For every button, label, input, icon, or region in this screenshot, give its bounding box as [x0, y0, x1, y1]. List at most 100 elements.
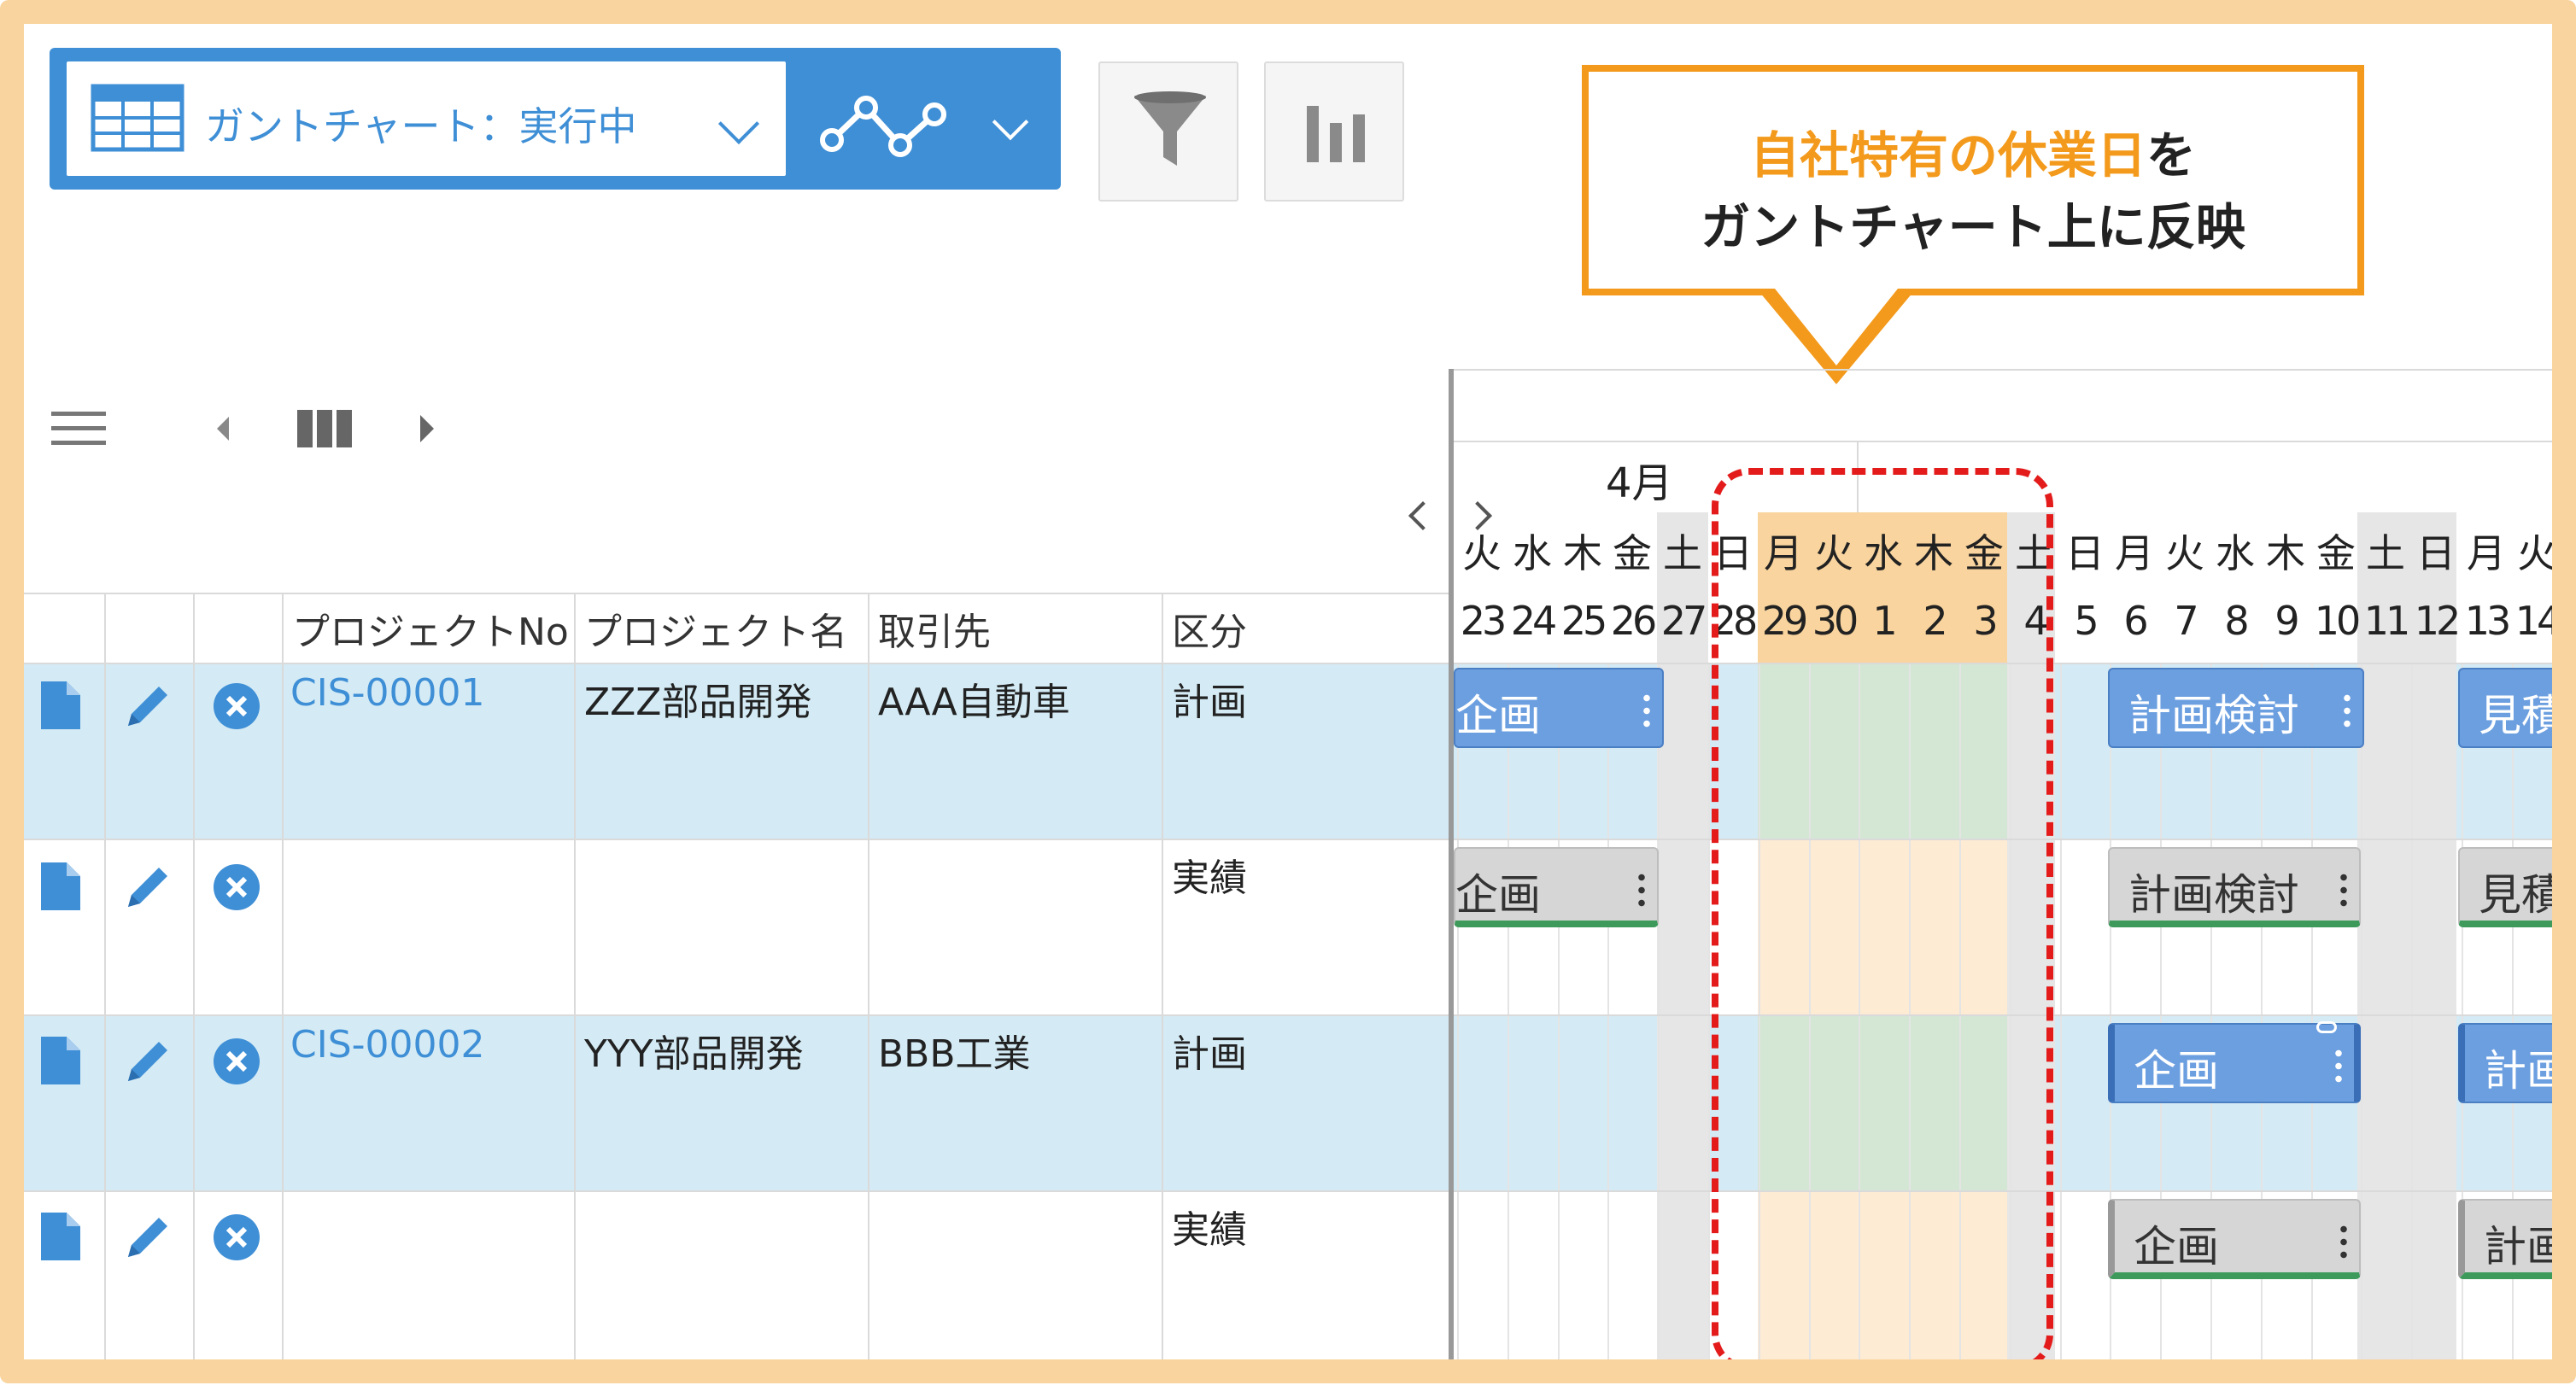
gantt-bar-plan[interactable]: 計画検討 — [2108, 668, 2364, 748]
delete-icon[interactable] — [212, 1037, 261, 1086]
view-name: ガントチャート：実行中 — [205, 103, 637, 149]
project-no-link[interactable]: CIS-00001 — [290, 671, 484, 715]
day-gridline — [2411, 664, 2413, 1371]
pencil-icon[interactable] — [121, 680, 174, 733]
divider — [1454, 369, 2552, 371]
date-label: 9 — [2274, 598, 2299, 644]
gantt-bar-actual[interactable]: 企画 — [1454, 847, 1659, 927]
divider — [24, 593, 1449, 594]
callout-text: 自社特有の休業日を ガントチャート上に反映 — [1701, 126, 2245, 256]
date-label: 25 — [1560, 598, 1608, 644]
callout-pointer — [1759, 289, 1913, 384]
gantt-bar-actual[interactable]: 見積 — [2458, 847, 2576, 927]
weekday-label: 木 — [2266, 530, 2305, 576]
gantt-bar-actual[interactable]: 企画 — [2108, 1199, 2361, 1279]
gantt-bar-plan[interactable]: 企画 — [1454, 668, 1664, 748]
gantt-bar-plan[interactable]: 計画 — [2458, 1023, 2576, 1103]
weekday-label: 水 — [2216, 530, 2255, 576]
date-label: 12 — [2414, 598, 2462, 644]
divider — [24, 1190, 2552, 1192]
day-gridline — [1558, 664, 1560, 1371]
date-label: 26 — [1610, 598, 1658, 644]
divider — [282, 593, 284, 1371]
date-label: 27 — [1660, 598, 1708, 644]
day-gridline — [1607, 664, 1609, 1371]
project-no-link[interactable]: CIS-00002 — [290, 1023, 484, 1067]
columns-icon[interactable] — [297, 410, 352, 447]
weekday-label: 火 — [1462, 530, 1502, 576]
day-gridline — [1658, 664, 1660, 1371]
date-label: 8 — [2224, 598, 2249, 644]
gantt-bar-actual[interactable]: 計画 — [2458, 1199, 2576, 1279]
filter-icon — [1134, 91, 1206, 166]
column-header-client[interactable]: 取引先 — [878, 601, 1158, 656]
weekday-label: 水 — [1513, 530, 1552, 576]
delete-icon[interactable] — [212, 681, 261, 731]
scroll-right-icon[interactable] — [420, 415, 434, 442]
filter-button[interactable] — [1098, 61, 1238, 202]
date-label: 7 — [2174, 598, 2198, 644]
weekday-label: 日 — [2416, 530, 2456, 576]
weekday-label: 火 — [2165, 530, 2204, 576]
client-cell: AAA自動車 — [878, 681, 1070, 724]
weekday-label: 日 — [2065, 530, 2105, 576]
column-header-project-no[interactable]: プロジェクトNo — [292, 601, 571, 656]
date-label: 14 — [2515, 598, 2562, 644]
pencil-icon[interactable] — [121, 1035, 174, 1088]
weekday-label: 月 — [2467, 530, 2506, 576]
weekday-label: 金 — [1613, 530, 1652, 576]
table-icon — [91, 84, 184, 152]
pencil-icon[interactable] — [121, 1211, 174, 1264]
date-label: 5 — [2074, 598, 2099, 644]
weekday-label: 土 — [2366, 530, 2405, 576]
document-icon[interactable] — [39, 1211, 82, 1262]
date-label: 13 — [2464, 598, 2512, 644]
document-icon[interactable] — [39, 861, 82, 912]
column-header-kind[interactable]: 区分 — [1172, 601, 1445, 656]
date-label: 23 — [1460, 598, 1508, 644]
divider — [24, 1014, 2552, 1016]
pencil-icon[interactable] — [121, 861, 174, 914]
divider — [574, 593, 576, 1371]
scroll-left-icon[interactable] — [217, 417, 229, 441]
kind-cell: 計画 — [1172, 681, 1247, 724]
graph-icon[interactable] — [820, 92, 948, 161]
date-label: 11 — [2363, 598, 2411, 644]
divider — [193, 593, 195, 1371]
divider — [1454, 441, 2552, 442]
document-icon[interactable] — [39, 680, 82, 731]
bar-chart-icon — [1307, 106, 1365, 162]
holiday-highlight — [1712, 468, 2053, 1371]
divider — [24, 839, 2552, 840]
project-name-cell: ZZZ部品開発 — [584, 681, 812, 724]
delete-icon[interactable] — [212, 862, 261, 912]
month-label: 4月 — [1606, 459, 1673, 507]
day-gridline — [1508, 664, 1509, 1371]
date-label: 6 — [2123, 598, 2148, 644]
kind-cell: 実績 — [1172, 856, 1247, 900]
day-gridline — [2361, 664, 2362, 1371]
day-gridline — [1708, 664, 1710, 1371]
date-label: 24 — [1510, 598, 1558, 644]
kind-cell: 計画 — [1172, 1032, 1247, 1076]
weekday-label: 火 — [2517, 530, 2556, 576]
kind-cell: 実績 — [1172, 1208, 1247, 1252]
client-cell: BBB工業 — [878, 1032, 1031, 1076]
column-header-project-name[interactable]: プロジェクト名 — [584, 601, 864, 656]
gantt-bar-plan[interactable]: 企画 — [2108, 1023, 2361, 1103]
project-name-cell: YYY部品開発 — [584, 1032, 804, 1076]
delete-icon[interactable] — [212, 1213, 261, 1262]
day-gridline — [2060, 664, 2062, 1371]
day-gridline — [1457, 664, 1459, 1371]
weekday-label: 金 — [2316, 530, 2356, 576]
date-label: 10 — [2314, 598, 2362, 644]
divider — [104, 593, 106, 1371]
divider — [1162, 593, 1163, 1371]
document-icon[interactable] — [39, 1035, 82, 1086]
weekday-label: 土 — [1663, 530, 1702, 576]
graph-settings-button[interactable] — [1264, 61, 1404, 202]
gantt-bar-plan[interactable]: 見積 — [2458, 668, 2576, 748]
menu-icon[interactable] — [51, 412, 106, 446]
weekday-label: 木 — [1563, 530, 1602, 576]
gantt-bar-actual[interactable]: 計画検討 — [2108, 847, 2361, 927]
